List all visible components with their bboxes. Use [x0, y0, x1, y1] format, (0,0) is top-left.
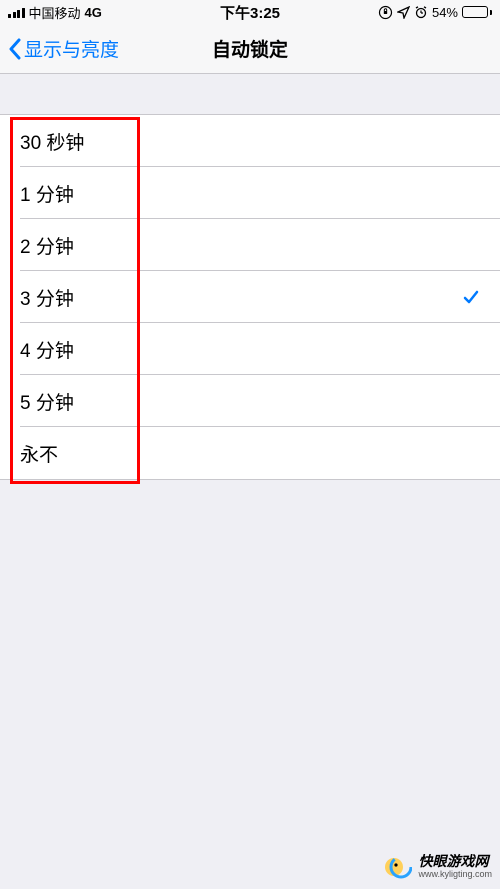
option-label: 永不 — [20, 440, 58, 467]
location-icon — [397, 6, 410, 19]
option-2-minutes[interactable]: 2 分钟 — [0, 219, 500, 271]
option-4-minutes[interactable]: 4 分钟 — [0, 323, 500, 375]
status-bar: 中国移动 4G 下午3:25 54% — [0, 0, 500, 24]
option-label: 3 分钟 — [20, 284, 74, 311]
page-title: 自动锁定 — [212, 35, 288, 62]
status-left: 中国移动 4G — [8, 3, 102, 22]
watermark-url: www.kyligting.com — [418, 870, 492, 880]
lock-rotation-icon — [378, 5, 393, 20]
option-never[interactable]: 永不 — [0, 427, 500, 479]
watermark-logo-icon — [384, 853, 412, 881]
back-label: 显示与亮度 — [24, 35, 119, 62]
network-label: 4G — [85, 5, 102, 20]
checkmark-icon — [462, 288, 480, 306]
option-1-minute[interactable]: 1 分钟 — [0, 167, 500, 219]
watermark: 快眼游戏网 www.kyligting.com — [384, 853, 492, 881]
watermark-title: 快眼游戏网 — [418, 854, 492, 869]
option-label: 4 分钟 — [20, 336, 74, 363]
battery-icon — [462, 6, 492, 18]
option-label: 1 分钟 — [20, 180, 74, 207]
alarm-icon — [414, 5, 428, 19]
nav-bar: 显示与亮度 自动锁定 — [0, 24, 500, 74]
status-time: 下午3:25 — [220, 2, 280, 23]
option-label: 2 分钟 — [20, 232, 74, 259]
auto-lock-options: 30 秒钟 1 分钟 2 分钟 3 分钟 4 分钟 5 分钟 永不 — [0, 114, 500, 480]
option-label: 5 分钟 — [20, 388, 74, 415]
option-5-minutes[interactable]: 5 分钟 — [0, 375, 500, 427]
option-30-seconds[interactable]: 30 秒钟 — [0, 115, 500, 167]
signal-icon — [8, 6, 25, 18]
option-3-minutes[interactable]: 3 分钟 — [0, 271, 500, 323]
battery-percent: 54% — [432, 5, 458, 20]
chevron-left-icon — [8, 38, 22, 60]
back-button[interactable]: 显示与亮度 — [8, 35, 119, 62]
option-label: 30 秒钟 — [20, 128, 84, 155]
content-area: 30 秒钟 1 分钟 2 分钟 3 分钟 4 分钟 5 分钟 永不 — [0, 74, 500, 480]
watermark-text: 快眼游戏网 www.kyligting.com — [418, 854, 492, 879]
status-right: 54% — [378, 5, 492, 20]
carrier-label: 中国移动 — [29, 3, 81, 22]
